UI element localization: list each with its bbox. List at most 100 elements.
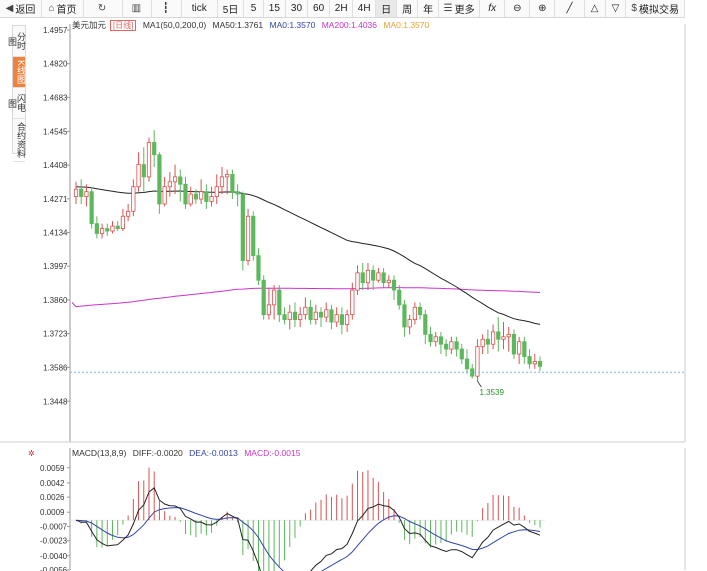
candle-body — [496, 331, 501, 340]
candle-body — [172, 176, 178, 183]
candle-body — [79, 188, 84, 197]
candle-body — [407, 319, 412, 328]
candle-body — [391, 279, 397, 291]
ma50-line — [75, 186, 541, 325]
macd-tick-label: -0.0023 — [40, 537, 68, 546]
candle-body — [188, 193, 193, 205]
candle-body — [527, 356, 532, 365]
candle-body — [386, 279, 391, 284]
candle-body — [506, 333, 511, 338]
price-chart[interactable]: 1.4957 1.4820 1.4683 1.4545 1.4408 1.4271 1.41… — [0, 0, 707, 571]
candle-body — [485, 338, 490, 345]
candle-body — [360, 272, 365, 284]
candle-body — [303, 306, 308, 316]
price-tick-label: 1.4408 — [43, 161, 68, 170]
candle-body — [251, 215, 256, 257]
candle-body — [272, 289, 277, 306]
candle-body — [444, 343, 449, 350]
candle-body — [126, 210, 131, 217]
candle-body — [308, 306, 313, 320]
candle-body — [417, 306, 423, 316]
candle-body — [94, 223, 99, 234]
candle-body — [355, 272, 360, 291]
price-tick-label: 1.3997 — [43, 262, 68, 271]
macd-tick-label: -0.0040 — [40, 552, 68, 561]
price-tick-label: 1.3860 — [43, 296, 68, 305]
candle-body — [287, 311, 292, 320]
candle-body — [178, 176, 183, 185]
price-tick-label: 1.4134 — [43, 228, 68, 237]
candle-body — [261, 279, 266, 316]
candle-body — [345, 314, 350, 325]
candle-body — [459, 348, 464, 360]
low-marker-pointer — [477, 380, 482, 388]
price-tick-label: 1.3586 — [43, 363, 68, 372]
candle-body — [350, 289, 355, 316]
candle-body — [537, 361, 543, 367]
candle-body — [225, 174, 230, 178]
candle-body — [464, 358, 470, 370]
candle-body — [454, 341, 459, 350]
candle-body — [146, 142, 152, 178]
candle-body — [240, 193, 245, 261]
candle-body — [277, 289, 282, 316]
candle-body — [157, 154, 162, 205]
candle-body — [313, 311, 318, 320]
price-tick-label: 1.4957 — [43, 26, 68, 35]
candle-body — [402, 304, 407, 328]
candle-body — [397, 289, 402, 306]
macd-tick-label: -0.0007 — [40, 522, 68, 531]
diff-line — [75, 486, 541, 571]
candle-body — [376, 272, 381, 281]
candle-body — [167, 181, 172, 188]
price-tick-label: 1.3448 — [43, 397, 68, 406]
candle-body — [339, 314, 344, 325]
candle-body — [517, 341, 522, 355]
candle-body — [480, 338, 485, 348]
candle-body — [99, 228, 105, 234]
price-tick-label: 1.4820 — [43, 60, 68, 69]
candle-body — [490, 331, 496, 345]
candle-body — [84, 191, 89, 197]
candle-body — [423, 314, 428, 335]
macd-tick-label: 0.0059 — [40, 464, 65, 473]
candle-body — [214, 186, 219, 197]
candle-body — [428, 333, 433, 343]
candle-body — [235, 191, 240, 195]
candle-body — [381, 272, 386, 284]
candle-body — [282, 314, 287, 320]
candle-body — [292, 311, 298, 320]
ma200-line — [71, 287, 541, 308]
price-tick-label: 1.3723 — [43, 330, 68, 339]
candle-body — [433, 336, 438, 343]
candle-body — [371, 269, 376, 281]
price-tick-label: 1.4271 — [43, 195, 68, 204]
candle-body — [438, 336, 444, 345]
candle-body — [115, 225, 120, 229]
macd-tick-label: 0.0009 — [40, 508, 65, 517]
candle-body — [318, 311, 324, 318]
candle-body — [230, 174, 235, 193]
candle-body — [245, 215, 251, 261]
candle-body — [532, 361, 537, 365]
candle-body — [329, 309, 334, 323]
candle-body — [89, 191, 94, 225]
candle-body — [141, 164, 146, 178]
candle-body — [209, 196, 214, 202]
candle-body — [183, 183, 188, 205]
candle-body — [162, 186, 167, 205]
candle-body — [120, 215, 126, 229]
candle-body — [219, 176, 225, 188]
price-tick-label: 1.4683 — [43, 93, 68, 102]
candle-body — [199, 191, 204, 200]
candle-body — [501, 336, 506, 340]
candle-body — [324, 309, 329, 318]
candle-body — [449, 341, 454, 350]
candle-body — [152, 142, 157, 156]
low-price-label: 1.3539 — [479, 388, 504, 397]
candle-body — [522, 341, 527, 357]
candle-body — [298, 314, 303, 320]
candle-body — [131, 186, 136, 212]
candle-body — [73, 188, 79, 197]
price-tick-label: 1.4545 — [43, 127, 68, 136]
